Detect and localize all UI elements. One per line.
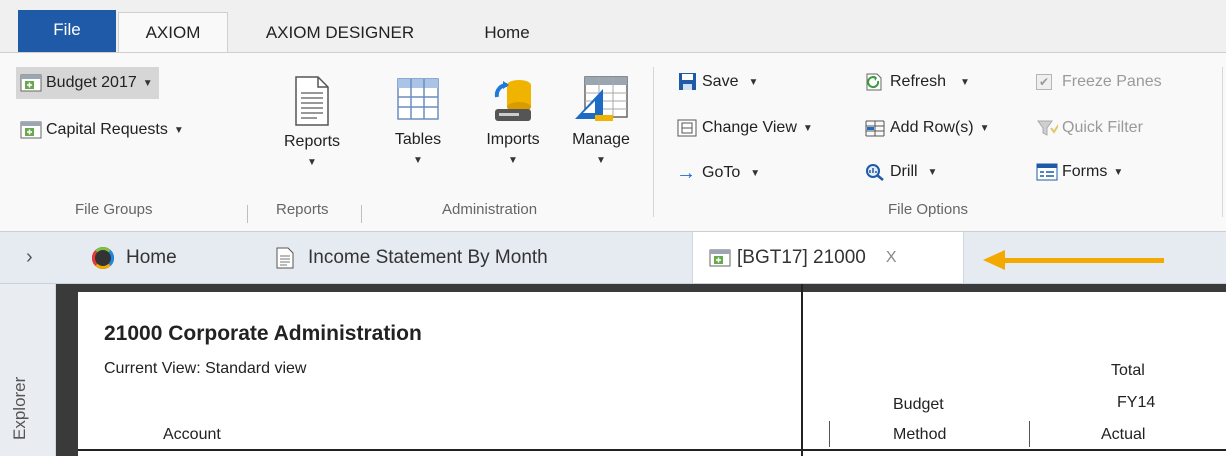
group-divider <box>1222 67 1223 217</box>
chevron-down-icon: ▼ <box>508 155 518 166</box>
group-label-file-options: File Options <box>888 201 969 218</box>
doc-tab-home[interactable]: Home <box>92 232 177 283</box>
ribbon-tab-row: File AXIOM AXIOM DESIGNER Home <box>0 0 1226 53</box>
report-document-icon <box>276 247 294 268</box>
group-divider <box>361 205 362 223</box>
manage-button[interactable]: Manage ▼ <box>560 75 642 166</box>
imports-label: Imports <box>486 131 540 148</box>
doc-tab-home-label: Home <box>126 246 177 268</box>
total-header: Total <box>1111 362 1145 379</box>
ribbon: Budget 2017 ▼ Capital Requests ▼ File Gr… <box>0 52 1226 232</box>
forms-button[interactable]: Forms ▼ <box>1036 163 1123 181</box>
filter-icon <box>1037 120 1058 136</box>
group-label-reports: Reports <box>276 201 329 218</box>
spreadsheet-icon <box>709 249 731 266</box>
reports-button[interactable]: Reports ▼ <box>272 75 352 168</box>
arrow-right-icon: → <box>676 162 696 184</box>
chevron-down-icon: ▼ <box>413 155 423 166</box>
goto-button[interactable]: → GoTo ▼ <box>676 163 760 183</box>
manage-icon <box>575 76 628 121</box>
freeze-divider-horizontal <box>78 449 1226 451</box>
account-header: Account <box>163 426 221 443</box>
doc-tab-income-statement[interactable]: Income Statement By Month <box>276 232 548 283</box>
drill-magnifier-icon <box>866 164 884 181</box>
actual-header: Actual <box>1101 426 1146 443</box>
quick-filter-label: Quick Filter <box>1062 119 1143 136</box>
reports-label: Reports <box>283 133 341 150</box>
save-button[interactable]: Save ▼ <box>676 73 758 91</box>
explorer-label: Explorer <box>10 376 29 440</box>
refresh-label: Refresh <box>890 73 947 90</box>
close-tab-button[interactable]: X <box>886 249 897 267</box>
report-document-icon <box>295 76 329 126</box>
freeze-panes-label: Freeze Panes <box>1062 73 1162 90</box>
group-divider <box>653 67 654 217</box>
add-rows-button[interactable]: Add Row(s) ▼ <box>864 119 989 137</box>
arrow-annotation-line <box>1002 258 1164 263</box>
manage-label: Manage <box>572 131 630 148</box>
spreadsheet-icon <box>20 121 42 139</box>
chevron-down-icon: ▼ <box>142 77 153 89</box>
tab-axiom-designer[interactable]: AXIOM DESIGNER <box>240 14 440 52</box>
chevron-down-icon: ▼ <box>979 122 990 134</box>
tables-label: Tables <box>394 131 442 148</box>
chevron-down-icon: ▼ <box>596 155 606 166</box>
fy14-header: FY14 <box>1117 394 1156 411</box>
doc-tab-active-label: [BGT17] 21000 <box>737 246 866 268</box>
column-divider <box>1029 421 1030 447</box>
change-view-icon <box>677 119 697 137</box>
tab-home[interactable]: Home <box>462 14 552 52</box>
group-label-file-groups: File Groups <box>75 201 153 218</box>
forms-label: Forms <box>1062 163 1108 180</box>
doc-tab-income-statement-label: Income Statement By Month <box>308 246 548 268</box>
spreadsheet-icon <box>20 74 42 92</box>
chevron-down-icon: ▼ <box>748 76 759 88</box>
tab-axiom[interactable]: AXIOM <box>118 12 228 53</box>
tables-button[interactable]: Tables ▼ <box>388 75 448 166</box>
expand-explorer-button[interactable]: › <box>26 232 46 283</box>
quick-filter-button[interactable]: Quick Filter <box>1036 119 1143 137</box>
tab-file[interactable]: File <box>18 10 116 52</box>
axiom-logo-icon <box>92 246 114 269</box>
save-icon <box>679 73 696 90</box>
chevron-down-icon: ▼ <box>307 157 317 168</box>
drill-label: Drill <box>890 163 918 180</box>
budget-2017-button[interactable]: Budget 2017 ▼ <box>16 67 159 99</box>
imports-icon <box>494 80 531 121</box>
freeze-divider-vertical <box>801 284 803 456</box>
budget-2017-label: Budget 2017 <box>46 74 137 91</box>
chevron-down-icon: ▼ <box>750 167 761 179</box>
save-label: Save <box>702 73 739 90</box>
group-divider <box>247 205 248 223</box>
imports-button[interactable]: Imports ▼ <box>470 75 556 166</box>
chevron-down-icon: ▼ <box>802 122 813 134</box>
chevron-down-icon: ▼ <box>927 166 938 178</box>
change-view-label: Change View <box>702 119 797 136</box>
add-rows-icon <box>865 120 885 137</box>
current-view-text: Current View: Standard view <box>104 360 307 377</box>
chevron-down-icon: ▼ <box>1113 166 1124 178</box>
forms-icon <box>1036 163 1058 181</box>
refresh-icon <box>866 73 882 91</box>
doc-tab-bgt17-21000[interactable]: [BGT17] 21000 X <box>692 232 964 283</box>
chevron-down-icon: ▼ <box>173 124 184 136</box>
method-header: Method <box>893 426 947 443</box>
freeze-panes-checkbox[interactable]: ✔ Freeze Panes <box>1036 73 1162 91</box>
refresh-button[interactable]: Refresh ▼ <box>864 73 970 91</box>
column-divider <box>829 421 830 447</box>
goto-label: GoTo <box>702 164 741 181</box>
add-rows-label: Add Row(s) <box>890 119 974 136</box>
sheet-title: 21000 Corporate Administration <box>104 322 422 345</box>
change-view-button[interactable]: Change View ▼ <box>676 119 813 137</box>
chevron-down-icon: ▼ <box>960 76 970 88</box>
capital-requests-button[interactable]: Capital Requests ▼ <box>20 115 184 145</box>
budget-header: Budget <box>893 396 944 413</box>
group-label-administration: Administration <box>442 201 538 218</box>
checkbox-checked-icon: ✔ <box>1036 74 1052 90</box>
table-icon <box>397 78 439 120</box>
capital-requests-label: Capital Requests <box>46 121 168 138</box>
drill-button[interactable]: Drill ▼ <box>864 163 937 181</box>
